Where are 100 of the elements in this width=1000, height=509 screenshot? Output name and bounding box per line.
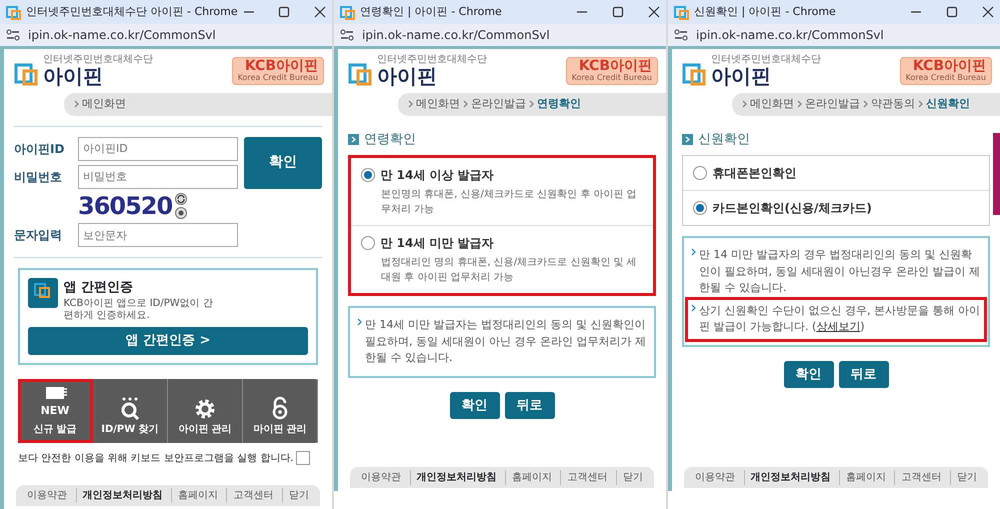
app-icon (28, 278, 58, 308)
breadcrumb-item[interactable]: 신원확인 (926, 96, 970, 112)
breadcrumb-item[interactable]: 메인화면 (416, 96, 460, 112)
chevron-icon (863, 100, 868, 108)
close-icon[interactable] (314, 6, 326, 18)
confirm-button[interactable]: 확인 (244, 136, 322, 188)
chevron-icon (529, 100, 534, 108)
field-label: 문자입력 (14, 227, 63, 244)
breadcrumb-item[interactable]: 온라인발급 (471, 96, 526, 112)
refresh-icon[interactable] (174, 192, 187, 204)
footer-link[interactable]: 닫기 (616, 470, 649, 485)
option-title[interactable]: 만 14세 미만 발급자 (380, 234, 494, 252)
close-icon[interactable] (648, 6, 660, 18)
keyboard-security-text: 보다 안전한 이용을 위해 키보드 보안프로그램을 실행 합니다. (18, 452, 294, 466)
action-button[interactable]: 확인 (784, 360, 834, 388)
footer-link[interactable]: 이용약관 (21, 488, 74, 503)
maximize-icon[interactable] (278, 6, 290, 18)
kcb-name: KCB아이핀 (578, 58, 652, 74)
close-icon[interactable] (982, 6, 994, 18)
section-title: 신원확인 (698, 130, 750, 148)
section-icon (348, 134, 359, 145)
section-title: 연령확인 (364, 130, 416, 148)
footer-link[interactable]: 닫기 (950, 470, 983, 485)
footer-link[interactable]: 개인정보처리방침 (744, 470, 837, 485)
breadcrumb-item[interactable]: 연령확인 (537, 96, 581, 112)
card-icon (43, 385, 67, 402)
field-label: 아이핀ID (14, 140, 66, 158)
app-logo-icon (340, 4, 355, 20)
breadcrumb-item[interactable]: 약관동의 (871, 96, 915, 112)
action-button[interactable]: 뒤로 (504, 392, 554, 419)
chevron-icon (74, 100, 79, 108)
app-auth-description: KCB아이핀 앱으로 ID/PW없이 간편하게 인증하세요. (64, 298, 214, 322)
action-button[interactable]: 뒤로 (838, 360, 888, 388)
app-logo-icon (6, 4, 21, 20)
logo-caption: 인터넷주민번호대체수단 (376, 55, 487, 65)
radio-button[interactable] (693, 166, 707, 180)
site-settings-icon[interactable] (340, 28, 354, 42)
menu-tile[interactable]: 마이핀 관리 (243, 378, 318, 443)
radio-button[interactable] (361, 168, 375, 182)
chevron-icon (463, 100, 468, 108)
footer-link[interactable]: 홈페이지 (838, 470, 892, 485)
footer-link[interactable]: 개인정보처리방침 (76, 488, 169, 503)
maximize-icon[interactable] (612, 6, 624, 18)
input-field[interactable]: 보안문자 (78, 223, 238, 248)
kcb-subtitle: Korea Credit Bureau (572, 74, 652, 84)
input-field[interactable]: 아이핀ID (78, 136, 238, 160)
audio-icon[interactable] (174, 207, 187, 220)
footer-link[interactable]: 개인정보처리방침 (410, 470, 503, 485)
breadcrumb-item[interactable]: 메인화면 (82, 96, 126, 112)
app-logo-icon (674, 4, 689, 20)
breadcrumb-item[interactable]: 온라인발급 (805, 96, 860, 112)
kcb-subtitle: Korea Credit Bureau (906, 74, 986, 84)
logo-caption: 인터넷주민번호대체수단 (710, 55, 821, 65)
footer-link[interactable]: 홈페이지 (504, 470, 558, 485)
logo-icon (682, 61, 708, 87)
menu-tile[interactable]: NEW 신규 발급 (18, 378, 93, 443)
maximize-icon[interactable] (946, 6, 958, 18)
footer-link[interactable]: 닫기 (282, 488, 315, 503)
tile-label: ID/PW 찾기 (101, 422, 159, 437)
footer-link[interactable]: 이용약관 (689, 470, 742, 485)
footer-link[interactable]: 홈페이지 (170, 488, 224, 503)
logo-caption: 인터넷주민번호대체수단 (42, 55, 153, 65)
notice-text: 만 14세 미만 발급자는 법정대리인의 동의 및 신원확인이 필요하며, 동일 세대원이 아닌 경우 온라인 업무처리가 제한될 수 있습니다. (365, 317, 647, 366)
chevron-icon (742, 100, 747, 108)
option-title[interactable]: 만 14세 이상 발급자 (380, 166, 494, 184)
option-description: 법정대리인 명의 휴대폰, 신용/체크카드로 신원확인 및 세대원 후 아이핀 업무처리 가능 (381, 256, 638, 285)
radio-button[interactable] (693, 201, 707, 215)
footer-link[interactable]: 고객센터 (226, 488, 280, 503)
new-label: NEW (40, 403, 70, 420)
footer-link[interactable]: 고객센터 (560, 470, 614, 485)
footer-link[interactable]: 이용약관 (355, 470, 408, 485)
kcb-name: KCB아이핀 (912, 58, 986, 74)
field-label: 비밀번호 (14, 168, 63, 186)
option-description: 본인명의 휴대폰, 신용/체크카드로 신원확인 후 아이핀 업무처리 가능 (381, 188, 638, 217)
option-title[interactable]: 카드본인확인(신용/체크카드) (712, 199, 872, 217)
notice-text: 상기 신원확인 수단이 없으신 경우, 본사방문을 통해 아이핀 발급이 가능합니다. (상세보기) (699, 302, 981, 335)
notice-text: 만 14 미만 발급자의 경우 법정대리인의 동의 및 신원확인이 필요하며, 동일 세대원이 아닌경우 온라인 발급이 제한될 수 있습니다. (699, 247, 981, 296)
footer-link[interactable]: 고객센터 (894, 470, 948, 485)
action-button[interactable]: 확인 (450, 392, 500, 419)
site-settings-icon[interactable] (674, 28, 688, 42)
logo-icon (348, 61, 374, 87)
kcb-subtitle: Korea Credit Bureau (238, 74, 318, 84)
app-auth-button[interactable]: 앱 간편인증 > (28, 327, 308, 355)
app-auth-title: 앱 간편인증 (64, 279, 134, 298)
logo-name: 아이핀 (376, 65, 438, 87)
radio-button[interactable] (361, 236, 375, 250)
input-field[interactable]: 비밀번호 (78, 164, 238, 188)
chevron-icon (408, 100, 413, 108)
detail-link[interactable]: 상세보기 (816, 320, 860, 333)
breadcrumb-item[interactable]: 메인화면 (750, 96, 794, 112)
logo-name: 아이핀 (710, 65, 772, 87)
menu-tile[interactable]: 아이핀 관리 (168, 378, 243, 443)
chevron-icon (918, 100, 923, 108)
checkbox[interactable] (296, 451, 310, 466)
kcb-name: KCB아이핀 (244, 58, 318, 74)
tile-label: 신규 발급 (33, 422, 77, 437)
menu-tile[interactable]: ID/PW 찾기 (93, 378, 168, 443)
site-settings-icon[interactable] (6, 28, 20, 42)
option-title[interactable]: 휴대폰본인확인 (712, 164, 796, 182)
window-title: 인터넷주민번호대체수단 아이핀 - Chrome (26, 4, 238, 20)
